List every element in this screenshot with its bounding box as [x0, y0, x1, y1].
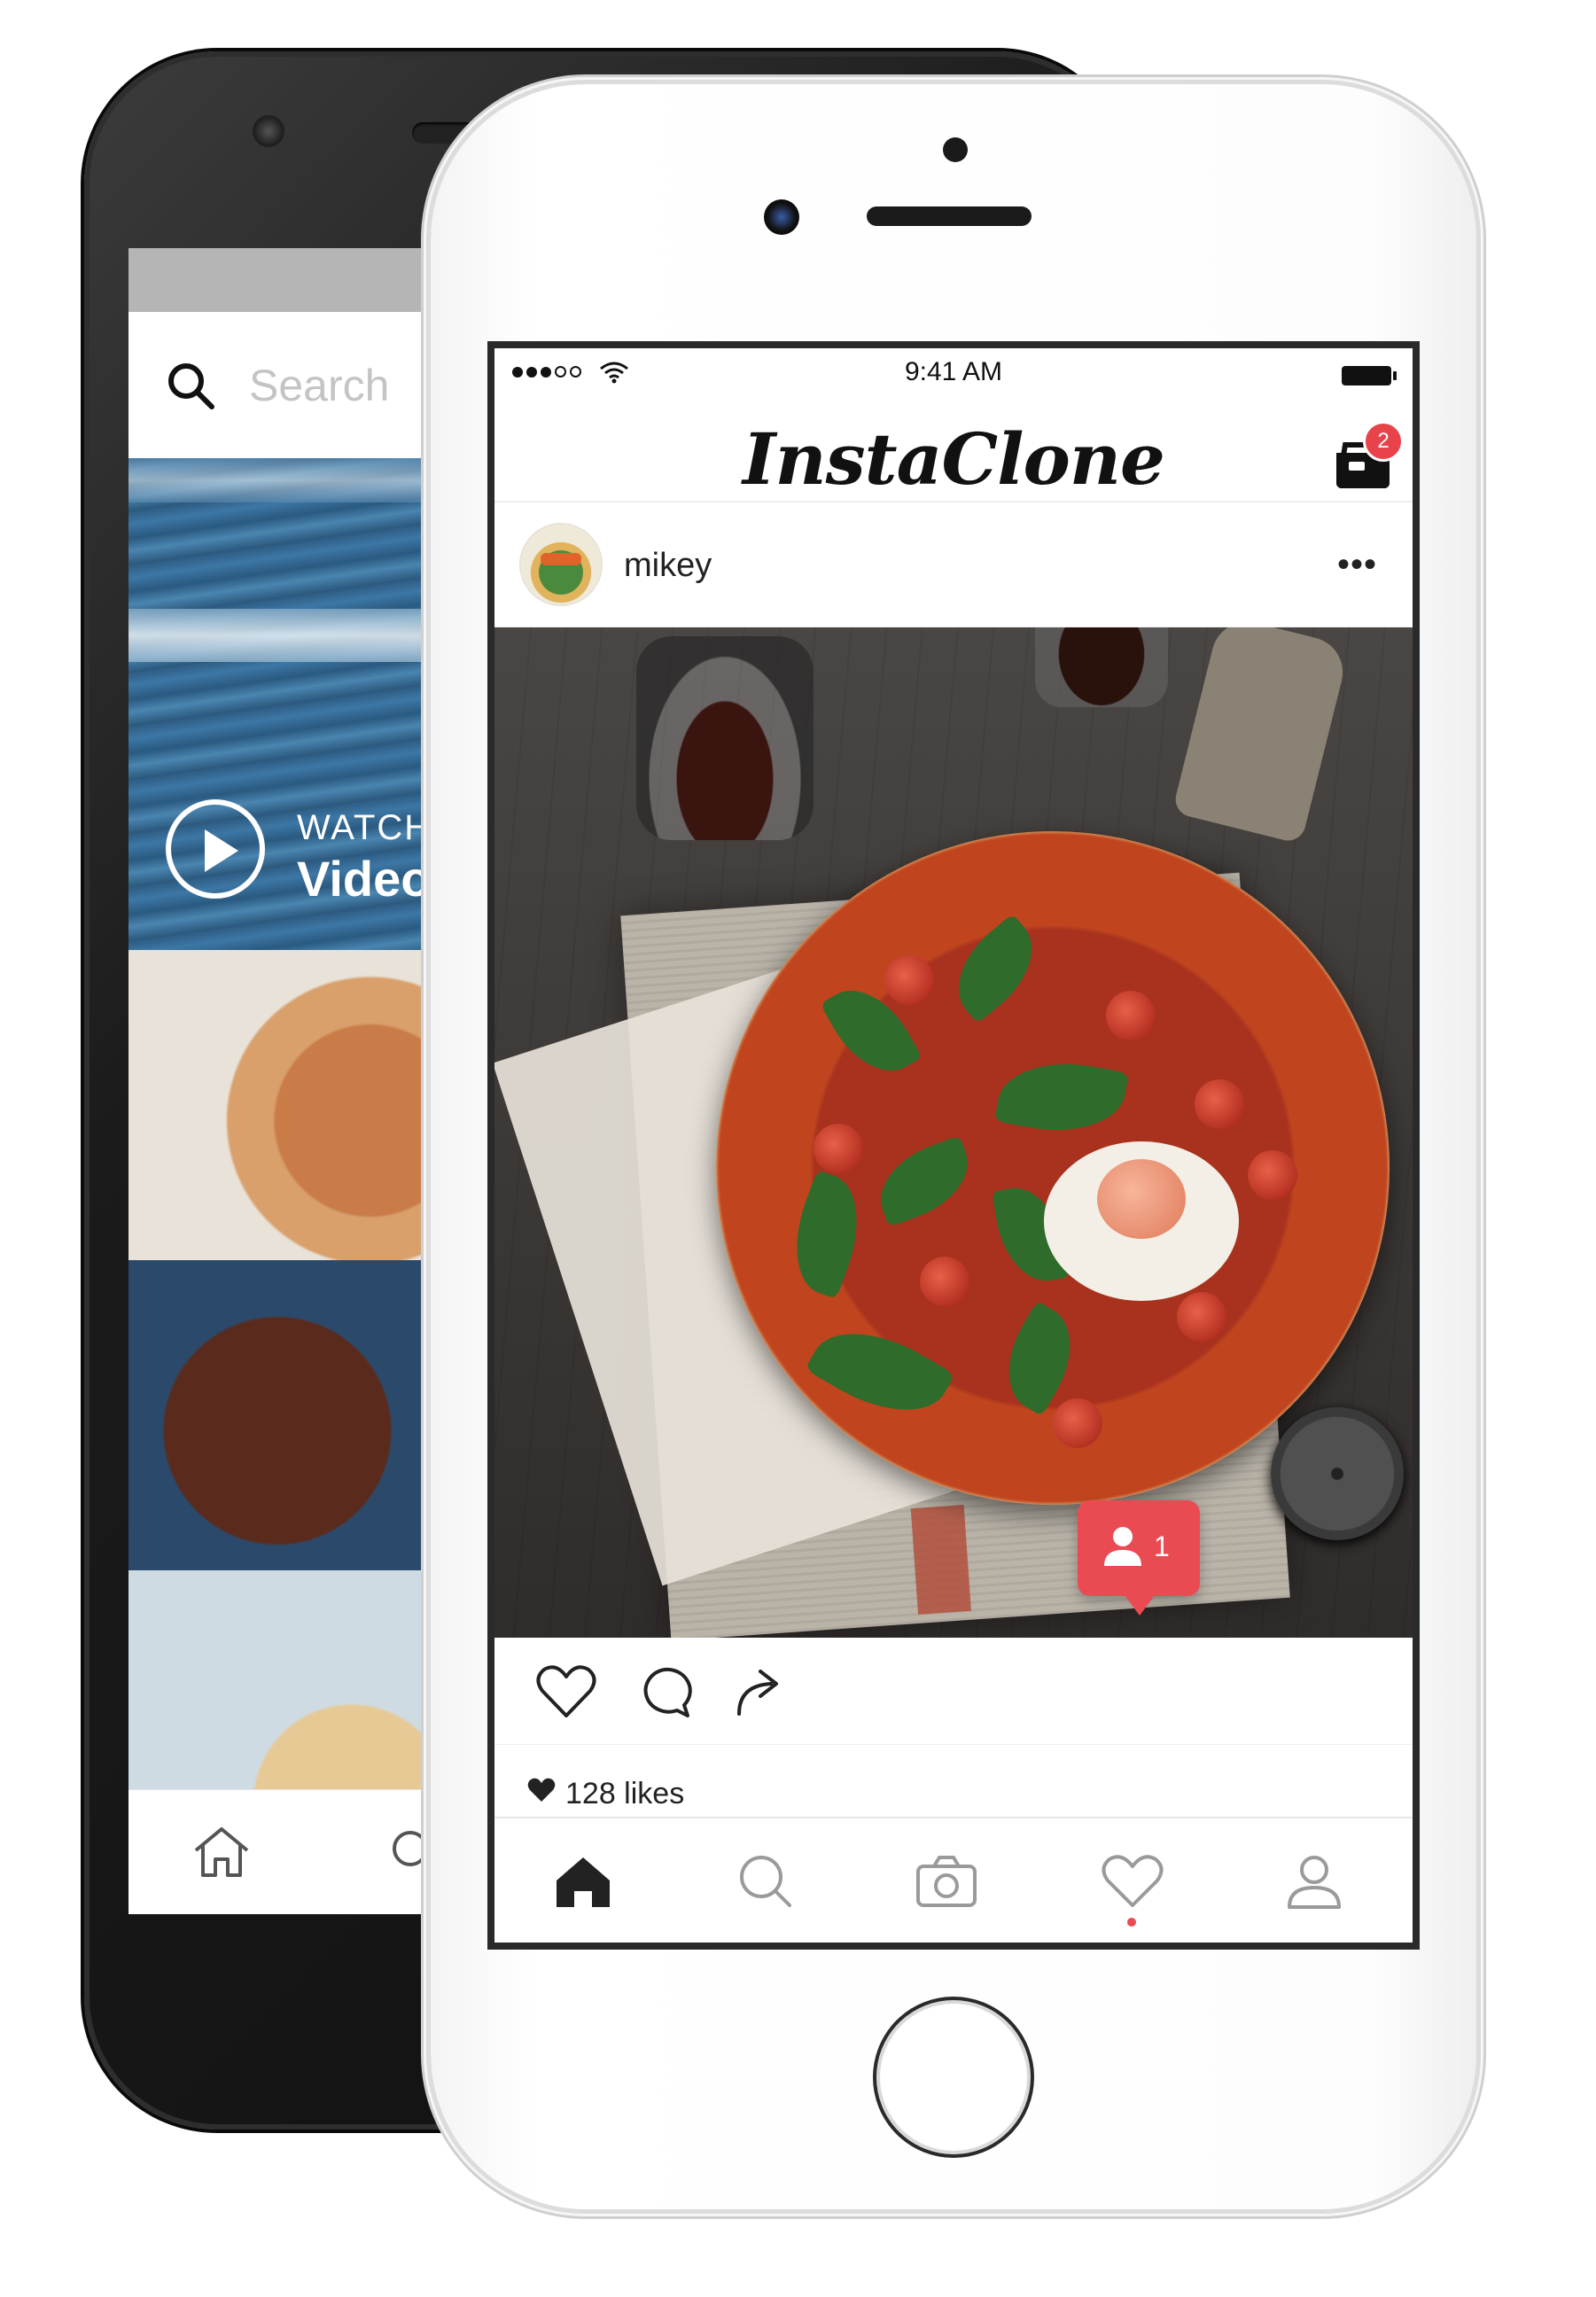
battery-icon: [1342, 366, 1397, 385]
status-bar: 9:41 AM: [494, 348, 1413, 401]
heart-icon[interactable]: [1097, 1845, 1168, 1916]
front-camera: [764, 199, 799, 235]
camera-icon[interactable]: [911, 1845, 982, 1916]
search-icon: [168, 362, 214, 409]
pizza-cutter: [1271, 1407, 1404, 1540]
comment-icon[interactable]: [636, 1664, 693, 1721]
proximity-sensor: [943, 137, 968, 162]
notification-count: 1: [1154, 1530, 1170, 1562]
back-camera: [253, 115, 284, 147]
video-label: Video: [297, 851, 432, 907]
post-actions: [494, 1638, 1413, 1745]
glass: [636, 636, 814, 840]
person-icon: [1104, 1527, 1141, 1566]
follower-notification-badge[interactable]: 1: [1078, 1500, 1200, 1616]
more-options-icon[interactable]: •••: [1337, 545, 1377, 585]
likes-count[interactable]: 128 likes: [565, 1777, 684, 1811]
pizza: [716, 831, 1390, 1505]
home-icon[interactable]: [548, 1845, 619, 1916]
post-username[interactable]: mikey: [624, 547, 712, 585]
watch-label: WATCH: [297, 808, 432, 847]
post-header: mikey •••: [494, 502, 1413, 627]
active-tab-indicator: [1127, 1918, 1136, 1927]
search-icon[interactable]: [729, 1845, 800, 1916]
like-heart-icon[interactable]: [535, 1664, 597, 1719]
cutting-board: [1172, 627, 1351, 845]
avatar[interactable]: [521, 525, 601, 604]
heart-icon: [527, 1778, 556, 1802]
front-phone: 9:41 AM InstaClone 2 mikey ••• 128 likes…: [431, 84, 1476, 2209]
tab-bar: [494, 1817, 1413, 1943]
post-image[interactable]: [494, 627, 1413, 1638]
play-icon[interactable]: [166, 799, 265, 899]
fried-egg: [1044, 1141, 1239, 1301]
profile-icon[interactable]: [1279, 1845, 1350, 1916]
home-icon[interactable]: [191, 1824, 253, 1880]
earpiece-speaker: [867, 206, 1032, 226]
glass: [1035, 627, 1168, 707]
app-header: InstaClone 2: [494, 401, 1413, 502]
app-screen: 9:41 AM InstaClone 2 mikey ••• 128 likes…: [487, 341, 1420, 1950]
home-button[interactable]: [873, 1997, 1034, 2158]
share-icon[interactable]: [734, 1664, 789, 1719]
status-time: 9:41 AM: [904, 357, 1003, 386]
app-title: InstaClone: [743, 417, 1165, 501]
search-placeholder[interactable]: Search: [249, 360, 389, 411]
inbox-badge: 2: [1363, 421, 1404, 462]
